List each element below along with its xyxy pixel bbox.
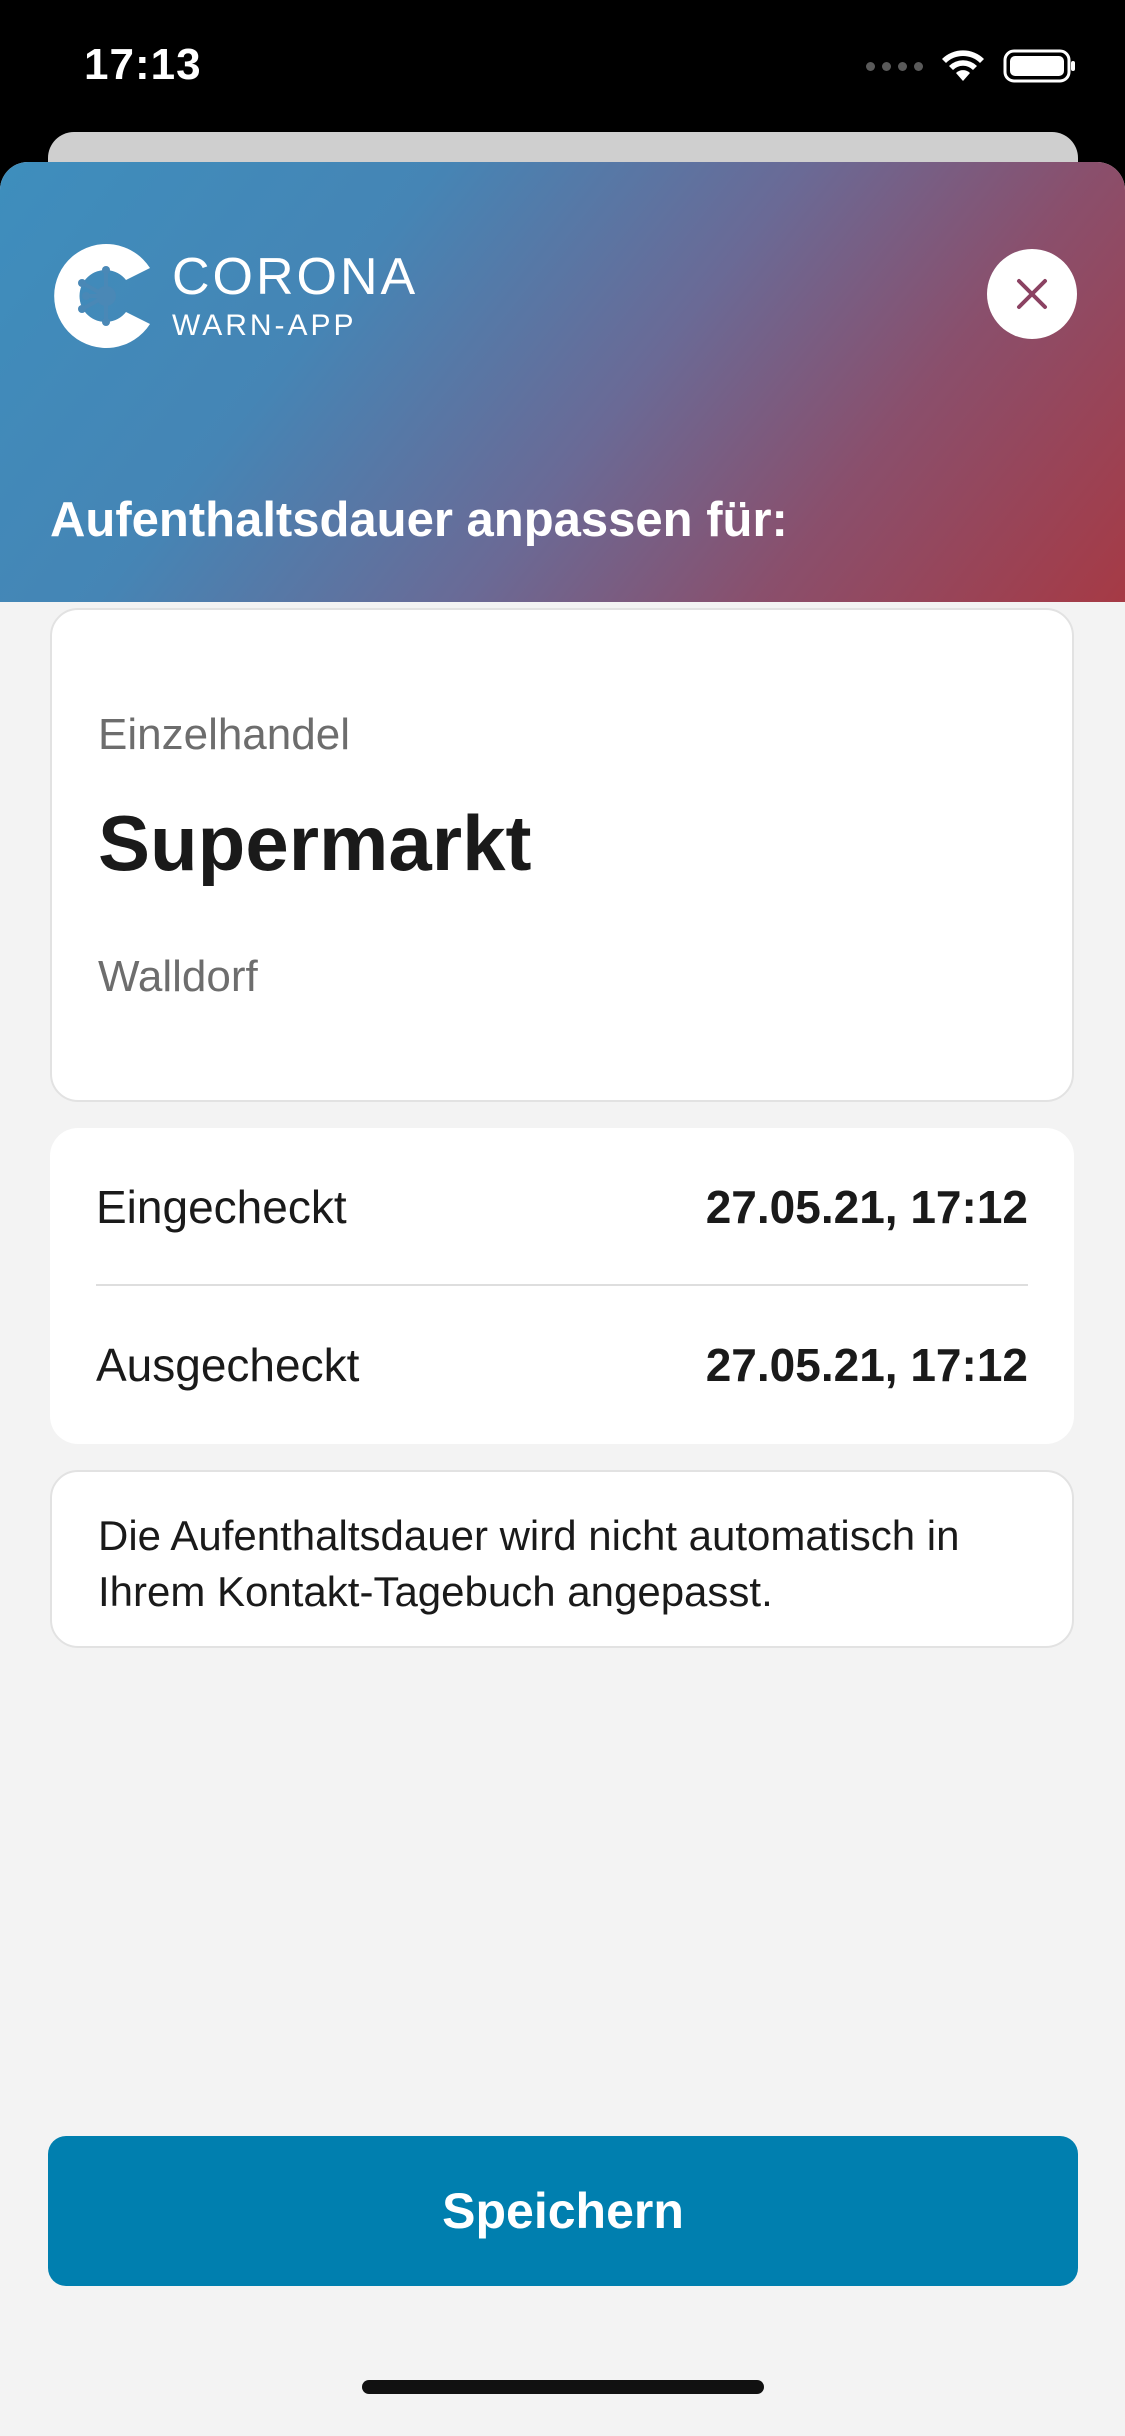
status-icons <box>866 48 1077 84</box>
corona-logo-icon <box>54 244 150 348</box>
location-type: Einzelhandel <box>98 710 350 759</box>
info-card: Die Aufenthaltsdauer wird nicht automati… <box>50 1470 1074 1648</box>
logo-subtitle: WARN-APP <box>172 309 357 342</box>
checkout-row[interactable]: Ausgecheckt 27.05.21, 17:12 <box>96 1286 1028 1444</box>
info-text: Die Aufenthaltsdauer wird nicht automati… <box>98 1512 960 1615</box>
status-bar: 17:13 <box>0 0 1125 135</box>
close-button[interactable] <box>987 249 1077 339</box>
checkout-label: Ausgecheckt <box>96 1339 360 1391</box>
checkout-value[interactable]: 27.05.21, 17:12 <box>706 1338 1028 1392</box>
close-icon <box>1017 279 1047 309</box>
header: CORONA WARN-APP Aufenthaltsdauer anpasse… <box>0 162 1125 602</box>
app-logo: CORONA WARN-APP <box>48 234 418 358</box>
location-name: Supermarkt <box>98 799 532 887</box>
edit-duration-sheet: CORONA WARN-APP Aufenthaltsdauer anpasse… <box>0 162 1125 2436</box>
location-address: Walldorf <box>98 952 258 1001</box>
page-title: Aufenthaltsdauer anpassen für: <box>50 493 788 547</box>
checkin-value[interactable]: 27.05.21, 17:12 <box>706 1180 1028 1234</box>
save-button[interactable]: Speichern <box>48 2136 1078 2286</box>
location-card: Einzelhandel Supermarkt Walldorf <box>50 608 1074 1102</box>
time-card: Eingecheckt 27.05.21, 17:12 Ausgecheckt … <box>50 1128 1074 1444</box>
signal-icon <box>866 61 923 71</box>
wifi-icon <box>942 50 984 81</box>
logo-title: CORONA <box>172 248 419 306</box>
battery-icon <box>1003 49 1075 83</box>
status-time: 17:13 <box>84 40 202 89</box>
checkin-row[interactable]: Eingecheckt 27.05.21, 17:12 <box>96 1128 1028 1286</box>
checkin-label: Eingecheckt <box>96 1181 347 1233</box>
home-indicator[interactable] <box>362 2380 764 2394</box>
